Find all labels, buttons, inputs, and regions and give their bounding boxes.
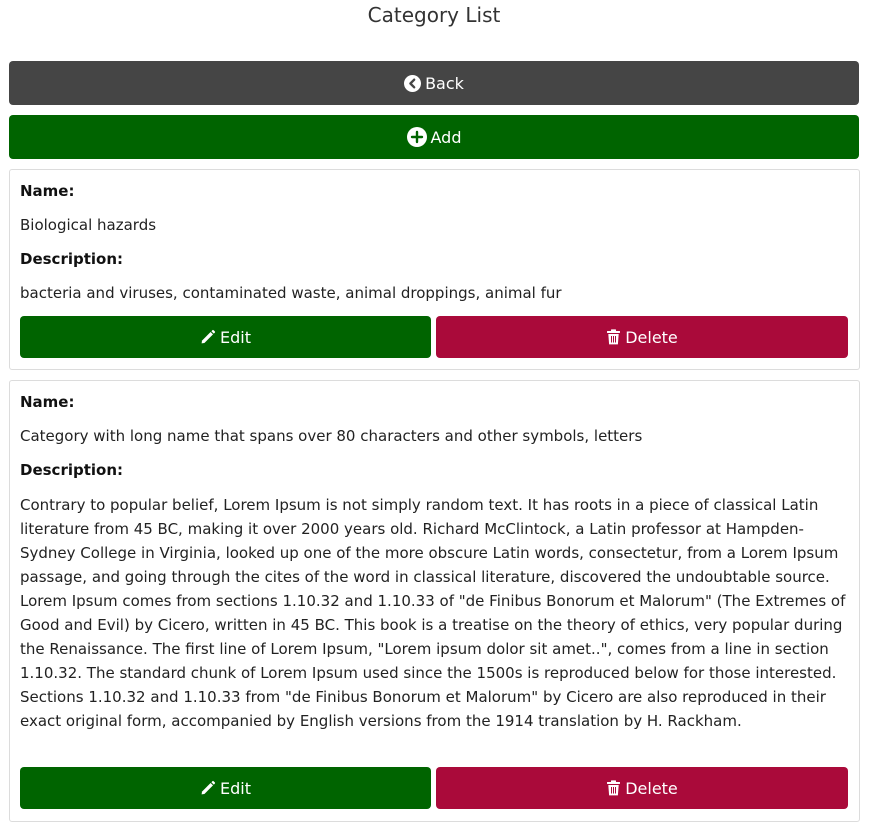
edit-button-label: Edit xyxy=(220,327,251,347)
plus-circle-icon xyxy=(406,127,427,147)
pencil-icon xyxy=(200,329,216,345)
chevron-circle-left-icon xyxy=(404,74,422,92)
description-label: Description: xyxy=(20,250,124,268)
back-button-label: Back xyxy=(425,73,464,93)
delete-button[interactable]: Delete xyxy=(436,316,848,358)
edit-button[interactable]: Edit xyxy=(20,316,431,358)
name-label: Name: xyxy=(20,393,75,411)
delete-button[interactable]: Delete xyxy=(436,767,848,809)
delete-button-label: Delete xyxy=(625,327,678,347)
edit-button-label: Edit xyxy=(220,778,251,798)
category-description: Contrary to popular belief, Lorem Ipsum … xyxy=(20,496,846,730)
category-name: Biological hazards xyxy=(20,216,157,234)
category-name: Category with long name that spans over … xyxy=(20,427,643,445)
category-card: Name: Biological hazards Description: ba… xyxy=(9,169,860,370)
description-label: Description: xyxy=(20,461,124,479)
add-button-label: Add xyxy=(430,127,462,147)
trash-icon xyxy=(606,329,621,345)
page: Category List Back Add Name: Biological … xyxy=(0,0,885,826)
trash-icon xyxy=(606,780,621,796)
page-title: Category List xyxy=(367,3,501,27)
name-label: Name: xyxy=(20,182,75,200)
delete-button-label: Delete xyxy=(625,778,678,798)
category-card: Name: Category with long name that spans… xyxy=(9,380,860,822)
back-button[interactable]: Back xyxy=(9,61,859,105)
pencil-icon xyxy=(200,780,216,796)
add-button[interactable]: Add xyxy=(9,115,859,159)
edit-button[interactable]: Edit xyxy=(20,767,431,809)
category-description: bacteria and viruses, contaminated waste… xyxy=(20,284,562,302)
